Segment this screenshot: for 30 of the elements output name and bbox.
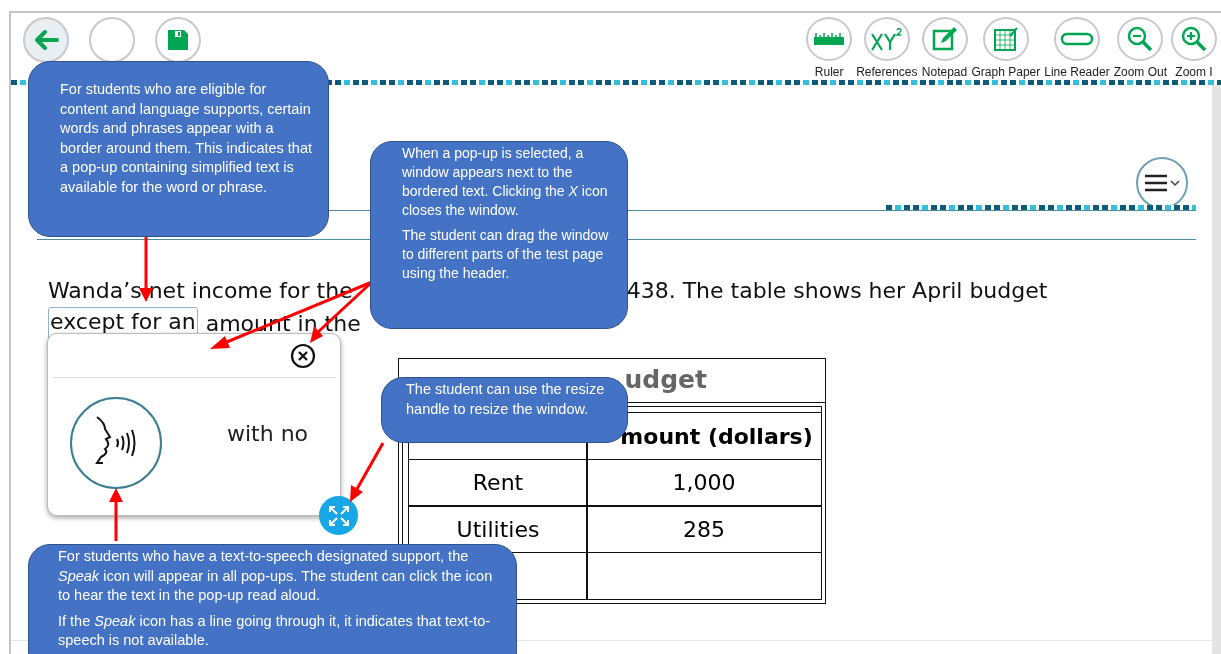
- close-icon: [290, 342, 316, 369]
- pointer-arrow: [350, 442, 385, 502]
- blank-button[interactable]: [89, 17, 135, 63]
- zoom-out-icon: [1127, 26, 1154, 52]
- callout-text: When a pop-up is selected, a window appears next to the bordered text. Clicking the X icon closes the window.: [402, 144, 609, 220]
- tool-button[interactable]: Line Reader: [1042, 17, 1112, 79]
- table-cell: Rent: [408, 458, 588, 507]
- callout-text: The student can drag the window to different parts of the test page using the header.: [402, 226, 610, 283]
- back-button[interactable]: [23, 17, 69, 63]
- question-text: 438. The table shows her April budget: [626, 277, 1048, 305]
- xy-squared-icon: [869, 26, 904, 52]
- tool-button[interactable]: Graph Paper: [969, 17, 1043, 79]
- grid-paper-icon: [992, 26, 1019, 52]
- table-cell: 285: [586, 505, 822, 554]
- hamburger-menu-icon: [1144, 173, 1180, 193]
- scrollbar[interactable]: [1212, 85, 1221, 654]
- close-button[interactable]: [290, 342, 316, 369]
- resize-handle[interactable]: [319, 496, 358, 535]
- callout-text: For students who are eligible for content and language supports, certain words and phrases appear with a border around them. This indicates that a pop-up containing simplified text is available for the word or phrase.: [60, 80, 313, 197]
- save-button[interactable]: [155, 17, 201, 63]
- popup-text: with no: [227, 421, 309, 446]
- expand-arrows-icon: [326, 503, 351, 528]
- callout-text: If the Speak icon has a line going through it, it indicates that text-to-speech is not available.: [58, 611, 492, 650]
- line-reader-icon: [1059, 32, 1094, 46]
- zoom-in-icon: [1181, 26, 1207, 52]
- pointer-arrow: [109, 488, 123, 541]
- table-cell: 1,000: [586, 458, 822, 507]
- notepad-pencil-icon: [931, 26, 958, 52]
- ruler-icon: [814, 33, 845, 45]
- left-arrow-icon: [33, 29, 59, 51]
